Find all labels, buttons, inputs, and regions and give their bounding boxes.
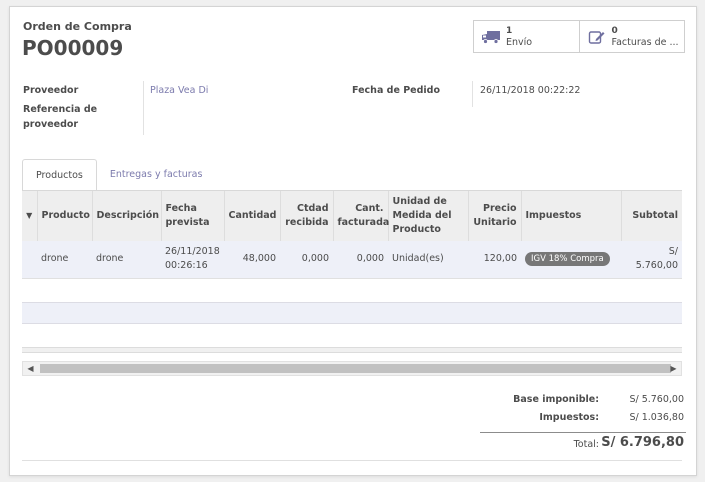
column-header-invoiced[interactable]: Cant. facturada	[333, 191, 389, 241]
tax-badge: IGV 18% Compra	[525, 252, 610, 267]
form-bottom-divider	[22, 460, 682, 461]
truck-icon	[481, 28, 501, 46]
column-header-taxes[interactable]: Impuestos	[521, 191, 622, 241]
vendor-reference-label-line1: Referencia de	[23, 104, 98, 115]
field-divider	[143, 81, 144, 135]
row-handle	[22, 241, 37, 279]
cell-invoiced[interactable]: 0,000	[333, 241, 388, 279]
column-header-uom[interactable]: Unidad de Medida del Producto	[388, 191, 469, 241]
cell-subtotal: S/ 5.760,00	[621, 241, 682, 279]
purchase-order-form: Orden de Compra PO00009 1 Envío 0 Factur…	[9, 6, 697, 476]
column-header-received[interactable]: Ctdad recibida	[280, 191, 334, 241]
column-header-scheduled-date[interactable]: Fecha prevista	[161, 191, 225, 241]
horizontal-scrollbar[interactable]: ◀ ▶	[22, 361, 682, 376]
table-footer	[22, 347, 682, 353]
cell-unit-price[interactable]: 120,00	[468, 241, 521, 279]
smart-buttons: 1 Envío 0 Facturas de ...	[473, 20, 685, 53]
document-number: PO00009	[22, 36, 124, 60]
empty-row	[22, 302, 682, 324]
tab-deliveries-invoices[interactable]: Entregas y facturas	[97, 159, 216, 191]
cell-description[interactable]: drone	[92, 241, 161, 279]
cell-uom[interactable]: Unidad(es)	[388, 241, 468, 279]
order-lines-table: ▼ Producto Descripción Fecha prevista Can…	[22, 191, 682, 371]
untaxed-amount-value: S/ 5.760,00	[629, 394, 684, 405]
order-totals: Base imponible: S/ 5.760,00 Impuestos: S…	[480, 392, 686, 454]
vendor-reference-label-line2: proveedor	[23, 119, 79, 130]
vendor-bills-count: 0	[611, 25, 618, 36]
taxes-row: Impuestos: S/ 1.036,80	[480, 410, 686, 428]
untaxed-amount-label: Base imponible:	[513, 394, 599, 405]
vendor-field[interactable]: Plaza Vea Di	[150, 85, 208, 96]
total-label: Total:	[573, 439, 599, 450]
untaxed-amount-row: Base imponible: S/ 5.760,00	[480, 392, 686, 410]
tab-products[interactable]: Productos	[22, 159, 97, 191]
total-row: Total: S/ 6.796,80	[480, 432, 686, 454]
notebook-tabs: Productos Entregas y facturas	[22, 159, 215, 191]
column-header-subtotal[interactable]: Subtotal	[621, 191, 682, 241]
pencil-square-icon	[587, 28, 607, 46]
cell-product[interactable]: drone	[37, 241, 92, 279]
column-header-unit-price[interactable]: Precio Unitario	[468, 191, 522, 241]
sort-caret-icon[interactable]: ▼	[22, 191, 38, 241]
table-header-row: ▼ Producto Descripción Fecha prevista Can…	[22, 191, 682, 241]
order-date-label: Fecha de Pedido	[352, 85, 441, 96]
shipments-label: Envío	[506, 36, 533, 48]
cell-scheduled-date[interactable]: 26/11/2018 00:26:16	[161, 241, 224, 279]
vendor-bills-label: Facturas de ...	[611, 36, 679, 48]
scroll-right-arrow-icon[interactable]: ▶	[666, 362, 681, 375]
taxes-label: Impuestos:	[539, 412, 599, 423]
scroll-left-arrow-icon[interactable]: ◀	[23, 362, 38, 375]
order-date-field[interactable]: 26/11/2018 00:22:22	[480, 85, 580, 96]
scrollbar-thumb[interactable]	[40, 364, 671, 373]
cell-taxes[interactable]: IGV 18% Compra	[521, 241, 621, 279]
cell-quantity[interactable]: 48,000	[224, 241, 280, 279]
shipments-button[interactable]: 1 Envío	[474, 21, 579, 52]
shipments-count: 1	[506, 25, 513, 36]
vendor-reference-label: Referencia de proveedor	[23, 102, 97, 132]
vendor-label: Proveedor	[23, 85, 79, 96]
document-type-label: Orden de Compra	[23, 20, 132, 33]
table-row[interactable]: drone drone 26/11/2018 00:26:16 48,000 0,…	[22, 241, 682, 279]
column-header-quantity[interactable]: Cantidad	[224, 191, 281, 241]
cell-received[interactable]: 0,000	[280, 241, 333, 279]
field-divider	[472, 81, 473, 107]
column-header-description[interactable]: Descripción	[92, 191, 162, 241]
taxes-value: S/ 1.036,80	[629, 412, 684, 423]
vendor-bills-button[interactable]: 0 Facturas de ...	[578, 21, 685, 52]
total-value: S/ 6.796,80	[601, 435, 684, 450]
column-header-product[interactable]: Producto	[37, 191, 93, 241]
